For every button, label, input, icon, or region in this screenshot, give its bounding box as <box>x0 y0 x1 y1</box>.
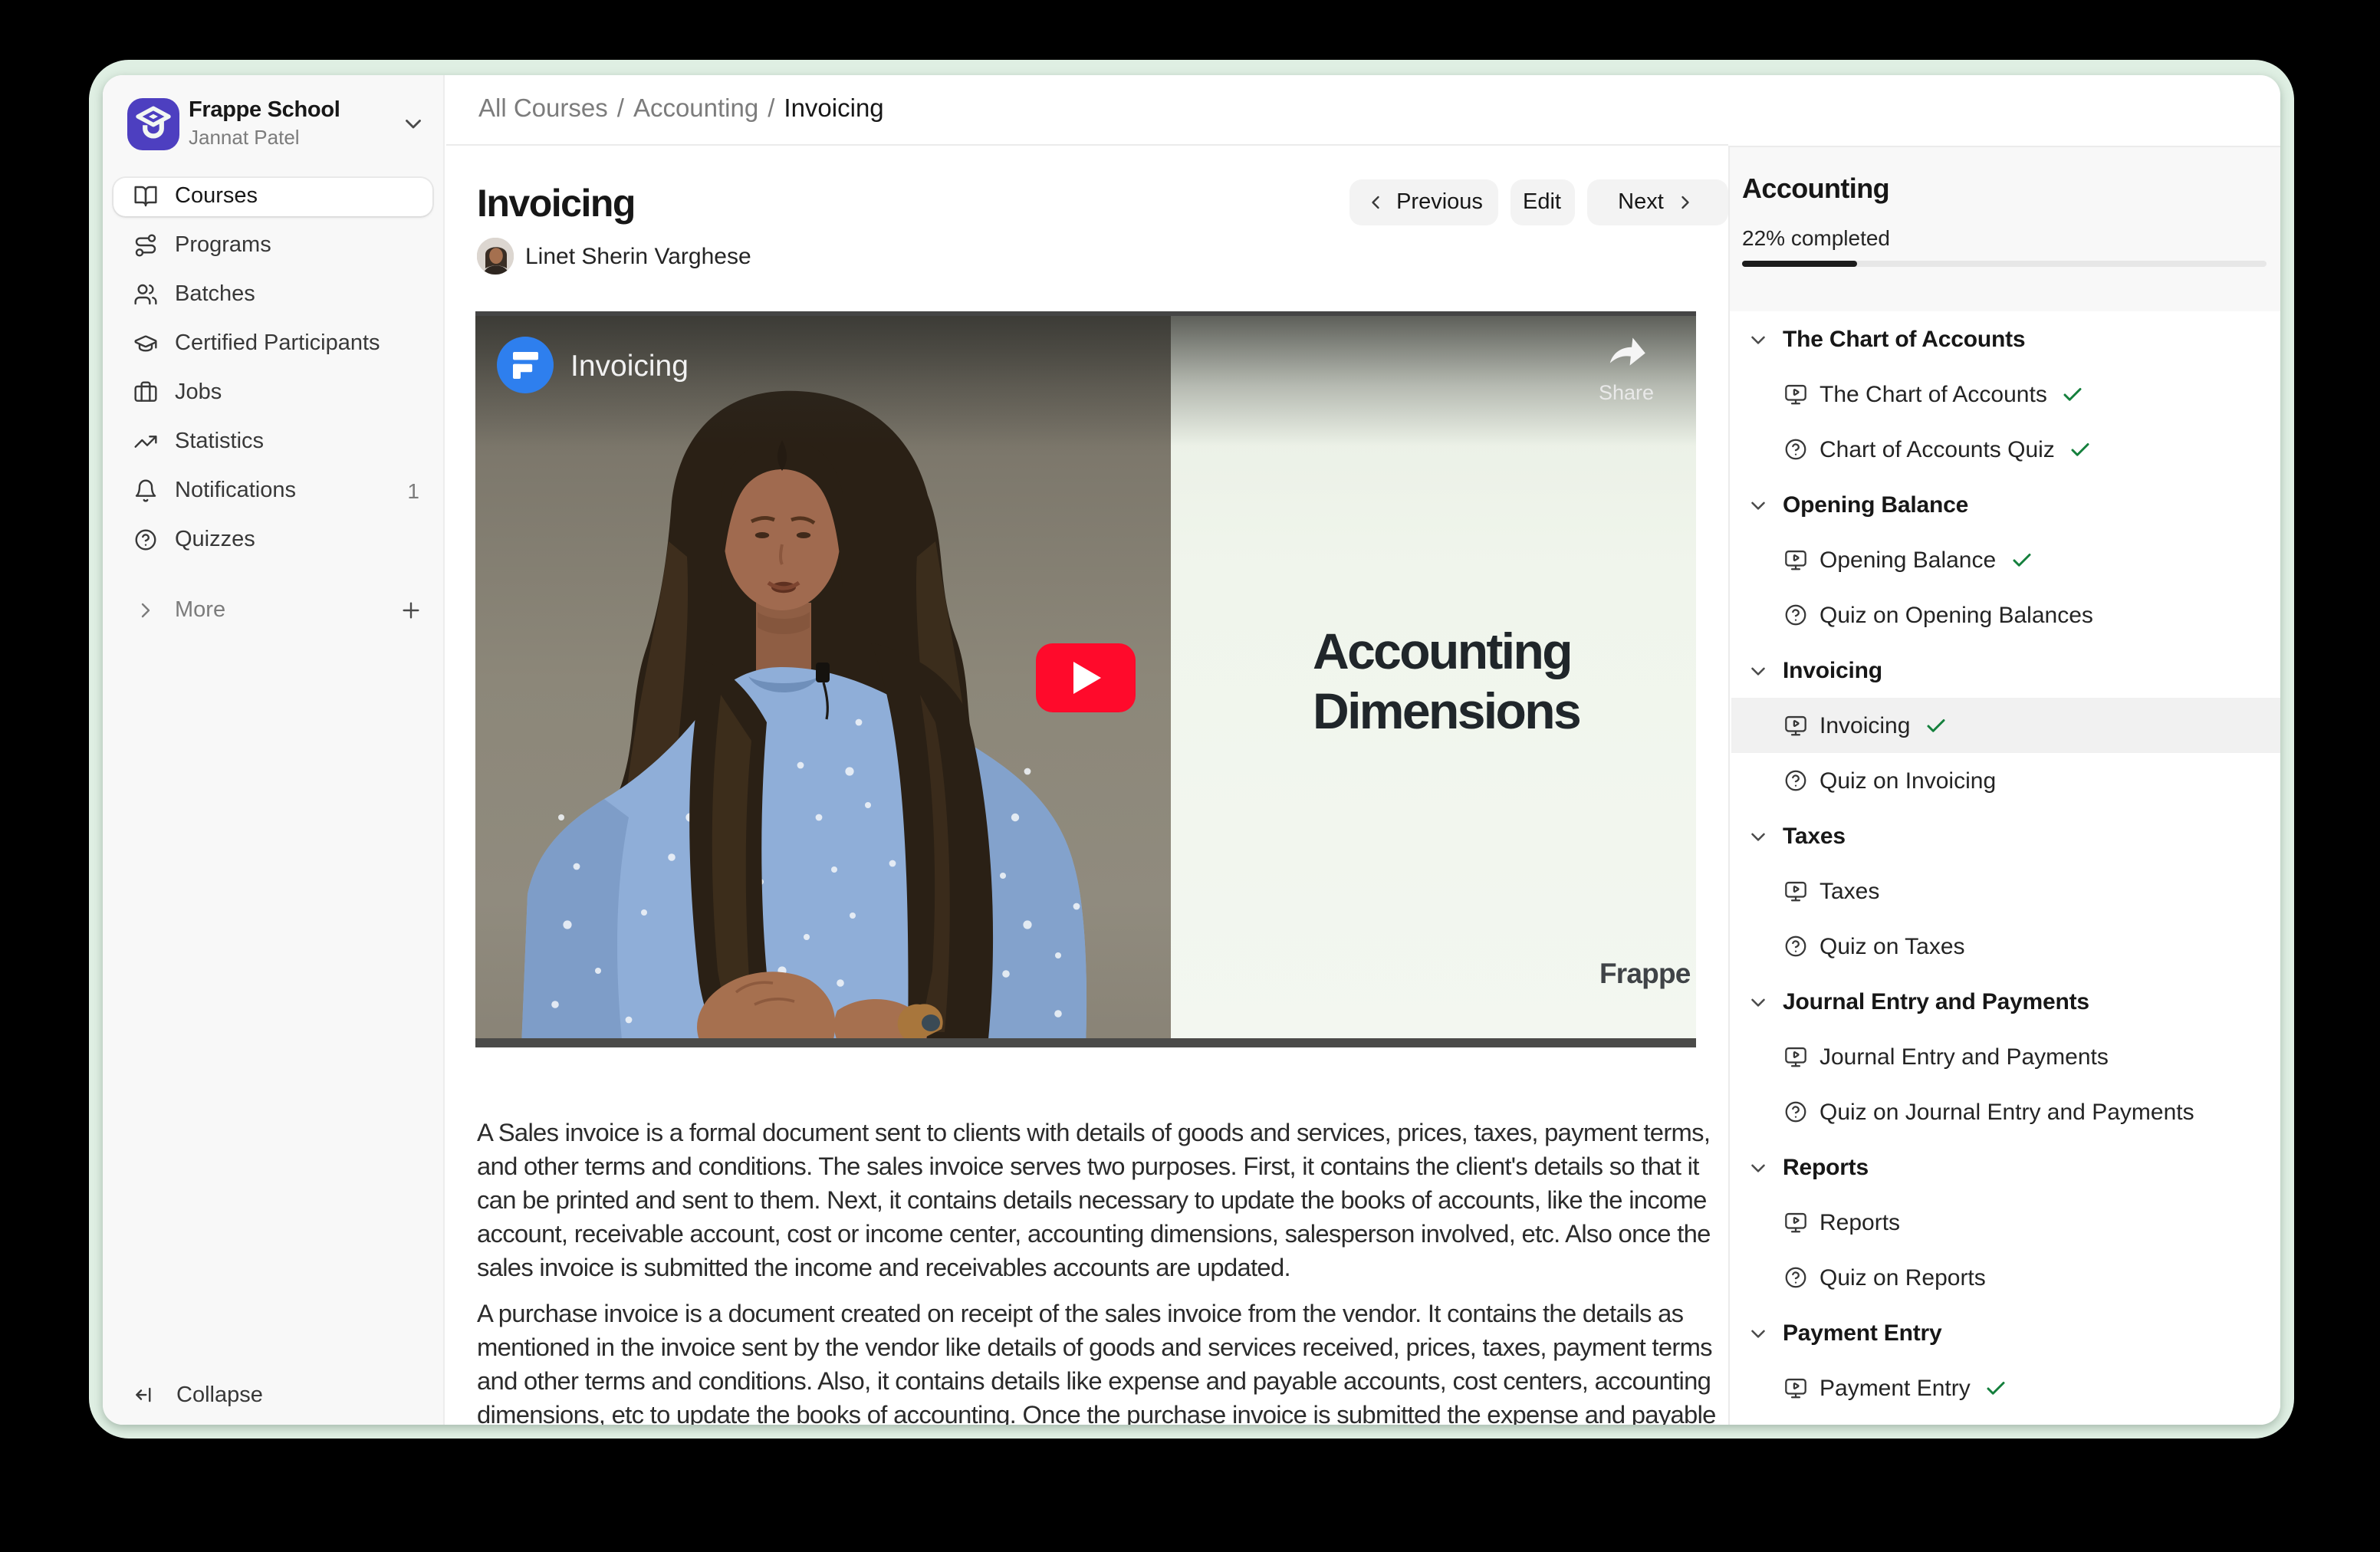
svg-text:Dimensions: Dimensions <box>1313 682 1580 738</box>
svg-text:Accounting: Accounting <box>1313 622 1571 679</box>
svg-text:Invoicing: Invoicing <box>570 349 689 382</box>
svg-text:Frappe: Frappe <box>1599 957 1691 988</box>
svg-text:Share: Share <box>1599 380 1654 403</box>
